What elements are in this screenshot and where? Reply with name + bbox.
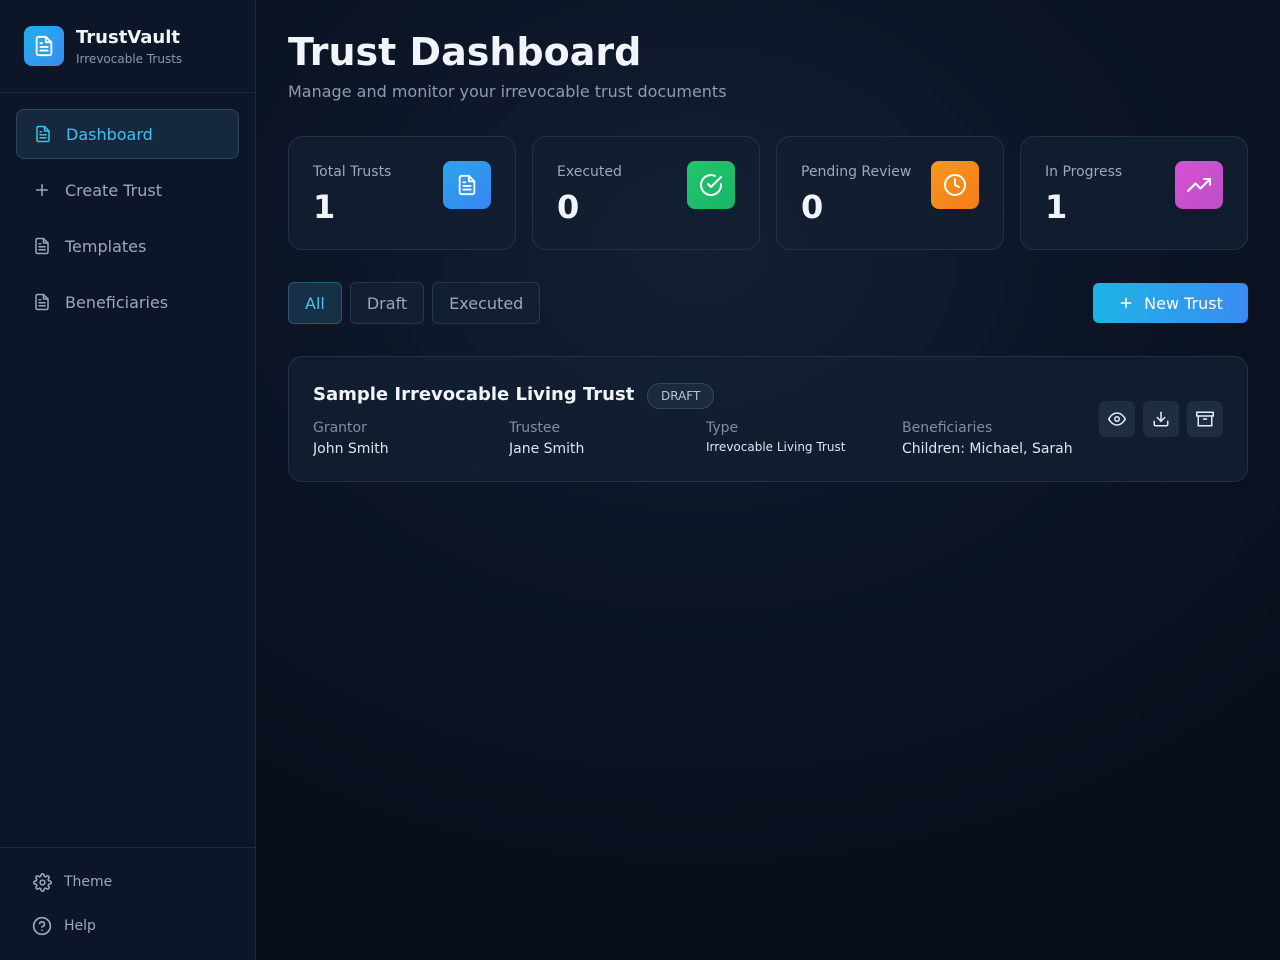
field-label: Type: [706, 420, 739, 436]
sidebar-item-label: Beneficiaries: [65, 292, 169, 312]
status-badge: DRAFT: [647, 383, 715, 409]
stat-card-total-trusts: Total Trusts 1: [288, 136, 516, 250]
eye-icon: [1108, 410, 1126, 428]
document-icon: [24, 26, 64, 66]
gear-icon: [32, 872, 52, 892]
status-filter-tabs: All Draft Executed: [288, 282, 541, 324]
check-circle-icon: [687, 161, 735, 209]
field-value: Jane Smith: [509, 441, 585, 457]
plus-icon: [33, 181, 51, 199]
download-icon: [1152, 410, 1170, 428]
sidebar-item-templates[interactable]: Templates: [16, 221, 239, 271]
help-button[interactable]: Help: [16, 904, 239, 948]
document-icon: [443, 161, 491, 209]
brand: TrustVault Irrevocable Trusts: [0, 0, 255, 93]
document-icon: [34, 125, 52, 143]
sidebar-item-beneficiaries[interactable]: Beneficiaries: [16, 277, 239, 327]
sidebar-nav: Dashboard Create Trust Templates Benefic…: [0, 93, 255, 327]
trust-actions: [1099, 401, 1223, 437]
new-trust-label: New Trust: [1144, 293, 1223, 313]
theme-label: Theme: [64, 874, 113, 890]
sidebar-item-label: Dashboard: [66, 124, 153, 144]
field-value: Children: Michael, Sarah: [902, 441, 1073, 457]
archive-button[interactable]: [1187, 401, 1223, 437]
type-field: Type Irrevocable Living Trust: [706, 419, 886, 456]
clock-icon: [931, 161, 979, 209]
document-icon: [33, 237, 51, 255]
stat-card-executed: Executed 0: [532, 136, 760, 250]
stat-card-pending-review: Pending Review 0: [776, 136, 1004, 250]
field-value: John Smith: [313, 441, 389, 457]
field-label: Trustee: [509, 420, 561, 436]
sidebar-footer: Theme Help: [0, 847, 255, 960]
sidebar-item-create-trust[interactable]: Create Trust: [16, 165, 239, 215]
view-button[interactable]: [1099, 401, 1135, 437]
archive-icon: [1196, 410, 1214, 428]
theme-button[interactable]: Theme: [16, 860, 239, 904]
sidebar-item-label: Create Trust: [65, 180, 162, 200]
sidebar-item-dashboard[interactable]: Dashboard: [16, 109, 239, 159]
page-subtitle: Manage and monitor your irrevocable trus…: [288, 82, 727, 101]
stat-card-in-progress: In Progress 1: [1020, 136, 1248, 250]
brand-subtitle: Irrevocable Trusts: [76, 51, 183, 66]
trust-name: Sample Irrevocable Living Trust: [313, 384, 635, 405]
help-circle-icon: [32, 916, 52, 936]
trust-card[interactable]: Sample Irrevocable Living Trust DRAFT Gr…: [288, 356, 1248, 482]
filter-tab-draft[interactable]: Draft: [349, 282, 425, 324]
trustee-field: Trustee Jane Smith: [509, 419, 689, 458]
grantor-field: Grantor John Smith: [313, 419, 493, 458]
sidebar: TrustVault Irrevocable Trusts Dashboard …: [0, 0, 256, 960]
field-label: Grantor: [313, 420, 367, 436]
document-icon: [33, 293, 51, 311]
field-value: Irrevocable Living Trust: [706, 440, 846, 454]
filter-tab-all[interactable]: All: [288, 282, 342, 324]
download-button[interactable]: [1143, 401, 1179, 437]
plus-icon: [1118, 295, 1134, 311]
brand-name: TrustVault: [76, 26, 180, 48]
beneficiaries-field: Beneficiaries Children: Michael, Sarah: [902, 419, 1080, 458]
field-label: Beneficiaries: [902, 420, 993, 436]
sidebar-item-label: Templates: [65, 236, 147, 256]
filter-tab-executed[interactable]: Executed: [432, 282, 541, 324]
trending-up-icon: [1175, 161, 1223, 209]
page-title: Trust Dashboard: [288, 30, 642, 74]
stats-row: Total Trusts 1 Executed 0 Pending Review…: [288, 136, 1248, 250]
help-label: Help: [64, 918, 96, 934]
new-trust-button[interactable]: New Trust: [1093, 283, 1248, 323]
